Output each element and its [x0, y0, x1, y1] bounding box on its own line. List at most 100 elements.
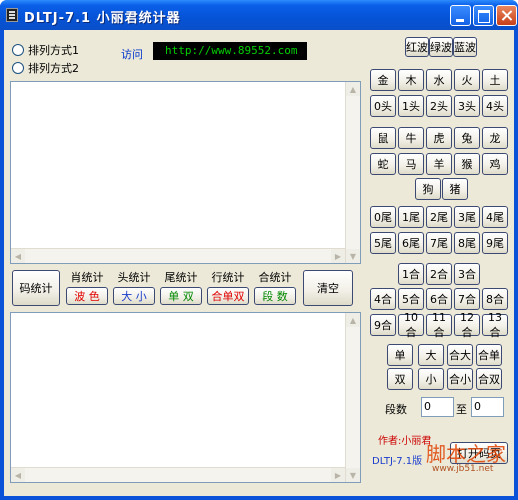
scroll-up-icon[interactable]: ▲: [346, 313, 360, 327]
element-button[interactable]: 金: [370, 69, 396, 91]
stats-group-sub-button[interactable]: 段 数: [254, 287, 296, 305]
sum-button[interactable]: 6合: [426, 288, 452, 310]
input-memo[interactable]: ▲ ▼ ◀ ▶: [10, 81, 361, 264]
stats-group-1: 头统计大 小: [110, 270, 158, 310]
zodiac-button[interactable]: 牛: [398, 127, 424, 149]
size-button[interactable]: 合小: [447, 368, 473, 390]
output-memo[interactable]: ▲ ▼ ◀ ▶: [10, 312, 361, 483]
size-button[interactable]: 合大: [447, 344, 473, 366]
zodiac-button[interactable]: 龙: [482, 127, 508, 149]
minimize-button[interactable]: [450, 5, 471, 26]
stats-group-3: 行统计 合单双: [204, 270, 252, 310]
zodiac-button[interactable]: 兔: [454, 127, 480, 149]
element-button[interactable]: 火: [454, 69, 480, 91]
tail-button[interactable]: 5尾: [370, 232, 396, 254]
tail-button[interactable]: 3尾: [454, 206, 480, 228]
stats-group-sub-button[interactable]: 单 双: [160, 287, 202, 305]
segment-label: 段数: [385, 403, 407, 416]
head-button[interactable]: 3头: [454, 95, 480, 117]
size-button[interactable]: 小: [418, 368, 444, 390]
code-stats-button[interactable]: 码统计: [12, 270, 60, 306]
scroll-right-icon[interactable]: ▶: [331, 249, 345, 263]
horizontal-scrollbar[interactable]: ◀ ▶: [11, 248, 345, 263]
tail-button[interactable]: 1尾: [398, 206, 424, 228]
radio-icon[interactable]: [12, 44, 24, 56]
sum-button[interactable]: 9合: [370, 314, 396, 336]
horizontal-scrollbar[interactable]: ◀ ▶: [11, 467, 345, 482]
zodiac-button[interactable]: 鼠: [370, 127, 396, 149]
element-button[interactable]: 水: [426, 69, 452, 91]
sum-button[interactable]: 3合: [454, 263, 480, 285]
scroll-right-icon[interactable]: ▶: [331, 468, 345, 482]
zodiac-button[interactable]: 羊: [426, 153, 452, 175]
tail-button[interactable]: 0尾: [370, 206, 396, 228]
stats-group-4: 合统计段 数: [251, 270, 299, 310]
scroll-down-icon[interactable]: ▼: [346, 249, 360, 263]
title-bar[interactable]: DLTJ-7.1 小丽君统计器: [0, 0, 518, 30]
scroll-down-icon[interactable]: ▼: [346, 468, 360, 482]
tail-button[interactable]: 2尾: [426, 206, 452, 228]
head-button[interactable]: 1头: [398, 95, 424, 117]
size-button[interactable]: 合双: [476, 368, 502, 390]
head-button[interactable]: 4头: [482, 95, 508, 117]
stats-group-title[interactable]: 肖统计: [71, 270, 104, 286]
sum-button[interactable]: 10合: [398, 311, 424, 339]
wave-button-2[interactable]: 蓝波: [453, 37, 477, 57]
zodiac-button[interactable]: 鸡: [482, 153, 508, 175]
stats-group-title[interactable]: 合统计: [259, 270, 292, 286]
scroll-left-icon[interactable]: ◀: [11, 468, 25, 482]
sum-button[interactable]: 7合: [454, 288, 480, 310]
zodiac-button[interactable]: 猪: [442, 178, 468, 200]
size-button[interactable]: 合单: [476, 344, 502, 366]
tail-button[interactable]: 9尾: [482, 232, 508, 254]
close-button[interactable]: [496, 5, 517, 26]
maximize-button[interactable]: [473, 5, 494, 26]
tail-button[interactable]: 7尾: [426, 232, 452, 254]
stats-group-title[interactable]: 行统计: [212, 270, 245, 286]
radio-icon[interactable]: [12, 62, 24, 74]
size-button[interactable]: 大: [418, 344, 444, 366]
clear-button[interactable]: 清空: [303, 270, 353, 306]
sum-button[interactable]: 8合: [482, 288, 508, 310]
segment-from-field[interactable]: 0: [421, 397, 454, 417]
zodiac-button[interactable]: 蛇: [370, 153, 396, 175]
tail-button[interactable]: 8尾: [454, 232, 480, 254]
zodiac-button[interactable]: 马: [398, 153, 424, 175]
tail-button[interactable]: 6尾: [398, 232, 424, 254]
scroll-up-icon[interactable]: ▲: [346, 82, 360, 96]
sum-button[interactable]: 13合: [482, 311, 508, 339]
element-button[interactable]: 木: [398, 69, 424, 91]
sum-button[interactable]: 4合: [370, 288, 396, 310]
sort-option-2[interactable]: 排列方式2: [12, 60, 79, 76]
sum-button[interactable]: 11合: [426, 311, 452, 339]
version-label: DLTJ-7.1版: [372, 456, 423, 467]
stats-group-title[interactable]: 头统计: [118, 270, 151, 286]
vertical-scrollbar[interactable]: ▲ ▼: [345, 82, 360, 263]
wave-button-0[interactable]: 红波: [405, 37, 429, 57]
scroll-left-icon[interactable]: ◀: [11, 249, 25, 263]
stats-group-sub-button[interactable]: 波 色: [66, 287, 108, 305]
size-button[interactable]: 单: [387, 344, 413, 366]
zodiac-button[interactable]: 狗: [415, 178, 441, 200]
author-label: 作者:小丽君: [378, 436, 432, 447]
url-link[interactable]: http://www.89552.com: [153, 42, 307, 60]
stats-group-sub-button[interactable]: 大 小: [113, 287, 155, 305]
sum-button[interactable]: 12合: [454, 311, 480, 339]
wave-button-1[interactable]: 绿波: [429, 37, 453, 57]
sum-button[interactable]: 1合: [398, 263, 424, 285]
zodiac-button[interactable]: 猴: [454, 153, 480, 175]
segment-to-field[interactable]: 0: [471, 397, 504, 417]
element-button[interactable]: 土: [482, 69, 508, 91]
head-button[interactable]: 2头: [426, 95, 452, 117]
vertical-scrollbar[interactable]: ▲ ▼: [345, 313, 360, 482]
head-button[interactable]: 0头: [370, 95, 396, 117]
zodiac-button[interactable]: 虎: [426, 127, 452, 149]
sort-option-1[interactable]: 排列方式1: [12, 42, 79, 58]
sum-button[interactable]: 5合: [398, 288, 424, 310]
tail-button[interactable]: 4尾: [482, 206, 508, 228]
stats-group-title[interactable]: 尾统计: [165, 270, 198, 286]
app-icon: [6, 8, 18, 22]
sum-button[interactable]: 2合: [426, 263, 452, 285]
size-button[interactable]: 双: [387, 368, 413, 390]
stats-group-sub-button[interactable]: 合单双: [207, 287, 249, 305]
